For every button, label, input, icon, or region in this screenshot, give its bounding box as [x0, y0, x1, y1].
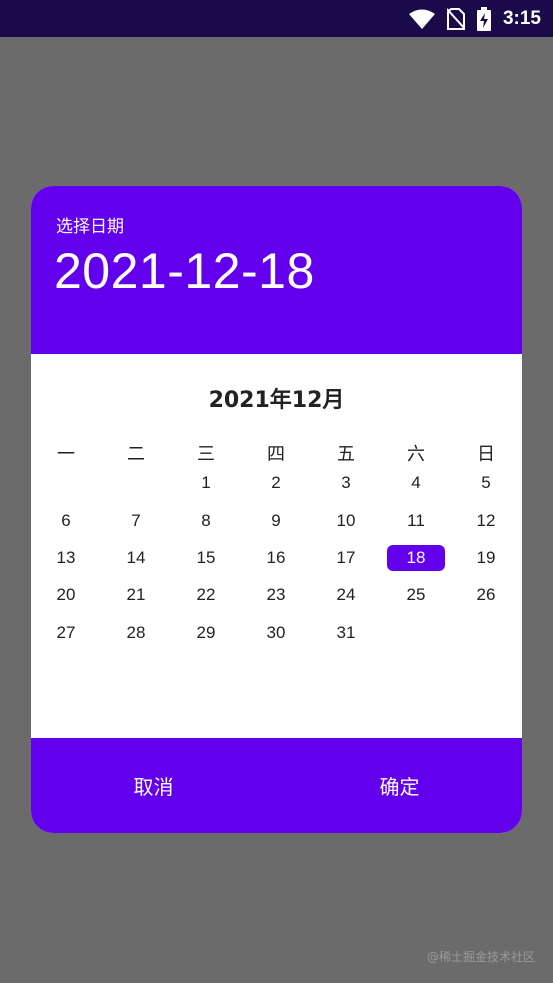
calendar-day[interactable]: 22 [171, 580, 241, 610]
calendar-day-selected[interactable]: 18 [381, 543, 451, 573]
calendar-day[interactable]: 16 [241, 543, 311, 573]
calendar-day[interactable]: 7 [101, 506, 171, 536]
calendar-day-number: 2 [271, 473, 281, 492]
calendar-day[interactable]: 21 [101, 580, 171, 610]
calendar-day[interactable]: 28 [101, 618, 171, 648]
calendar-day[interactable]: 6 [31, 506, 101, 536]
calendar-day-number: 26 [476, 585, 496, 604]
calendar-week-row: 1 2 3 4 5 [31, 468, 522, 498]
calendar-day[interactable]: 27 [31, 618, 101, 648]
calendar-day[interactable]: 9 [241, 506, 311, 536]
calendar-day[interactable]: 13 [31, 543, 101, 573]
calendar-day-number: 4 [411, 473, 421, 492]
selected-date: 2021-12-18 [54, 243, 315, 299]
calendar-day-number: 6 [61, 511, 71, 530]
calendar-day-number: 11 [407, 511, 425, 530]
date-picker-dialog: 选择日期 2021-12-18 2021年12月 一 二 三 四 五 六 日 1… [31, 186, 522, 833]
header-label: 选择日期 [56, 217, 124, 237]
calendar-day-number: 16 [266, 548, 286, 567]
calendar-day[interactable]: 2 [241, 468, 311, 498]
calendar-day[interactable]: 19 [451, 543, 521, 573]
calendar-day-number: 13 [56, 548, 76, 567]
calendar-week-row: 27 28 29 30 31 [31, 618, 522, 648]
calendar-day[interactable]: 14 [101, 543, 171, 573]
calendar-empty-cell [451, 618, 521, 648]
month-title: 2021年12月 [208, 388, 345, 413]
calendar-week-row: 6 7 8 9 10 11 12 [31, 506, 522, 536]
calendar-day-number: 15 [196, 548, 216, 567]
status-time: 3:15 [502, 7, 541, 29]
calendar-day-number: 23 [266, 585, 286, 604]
watermark: @稀土掘金技术社区 [426, 950, 535, 964]
calendar-day[interactable]: 10 [311, 506, 381, 536]
calendar-day-number: 7 [131, 511, 141, 530]
calendar-day[interactable]: 30 [241, 618, 311, 648]
calendar-day-number: 14 [126, 548, 146, 567]
calendar-day[interactable]: 25 [381, 580, 451, 610]
calendar-day[interactable]: 31 [311, 618, 381, 648]
calendar-day[interactable]: 8 [171, 506, 241, 536]
calendar-day-number: 9 [271, 511, 281, 530]
calendar-day[interactable]: 3 [311, 468, 381, 498]
calendar-day-number: 30 [266, 623, 286, 642]
calendar-day[interactable]: 11 [381, 506, 451, 536]
wifi-icon [408, 9, 435, 29]
weekday-header: 一 二 三 四 五 六 日 [31, 438, 522, 468]
calendar-day[interactable]: 4 [381, 468, 451, 498]
calendar-empty-cell [381, 618, 451, 648]
battery-charging-icon [476, 6, 491, 31]
calendar-week-row: 13 14 15 16 17 18 19 [31, 543, 522, 573]
calendar-day[interactable]: 15 [171, 543, 241, 573]
calendar-day-number: 5 [481, 473, 491, 492]
calendar-day[interactable]: 24 [311, 580, 381, 610]
calendar-day-number: 12 [476, 511, 496, 530]
cancel-button[interactable]: 取消 [31, 738, 276, 833]
dialog-footer: 取消 确定 [31, 738, 522, 833]
calendar-day-number: 10 [336, 511, 356, 530]
confirm-button[interactable]: 确定 [277, 738, 522, 833]
calendar-day[interactable]: 5 [451, 468, 521, 498]
calendar-day-number: 19 [476, 548, 496, 567]
calendar-day-number: 29 [196, 623, 216, 642]
weekday-label: 一 [57, 444, 75, 465]
dialog-header: 选择日期 2021-12-18 [31, 186, 522, 354]
calendar-day-number: 3 [341, 473, 351, 492]
weekday-label: 三 [197, 444, 215, 465]
weekday-label: 六 [407, 444, 425, 465]
calendar-empty-cell [101, 468, 171, 498]
calendar-day[interactable]: 17 [311, 543, 381, 573]
calendar-day-number: 28 [126, 623, 146, 642]
weekday-label: 四 [267, 444, 285, 465]
calendar-day-number: 18 [387, 545, 445, 571]
calendar-day-number: 31 [336, 623, 356, 642]
weekday-label: 二 [127, 444, 145, 465]
calendar-day[interactable]: 23 [241, 580, 311, 610]
calendar-day-number: 1 [201, 473, 211, 492]
calendar-day-number: 20 [56, 585, 76, 604]
calendar-day-number: 25 [406, 585, 426, 604]
status-bar: 3:15 [0, 0, 553, 37]
weekday-label: 日 [477, 444, 495, 465]
calendar-day-number: 8 [201, 511, 211, 530]
calendar-day-number: 22 [196, 585, 216, 604]
calendar-empty-cell [31, 468, 101, 498]
calendar-day[interactable]: 1 [171, 468, 241, 498]
calendar-day[interactable]: 26 [451, 580, 521, 610]
weekday-label: 五 [337, 444, 355, 465]
calendar-day-number: 27 [56, 623, 76, 642]
calendar-day-number: 21 [126, 585, 146, 604]
calendar-day[interactable]: 20 [31, 580, 101, 610]
calendar-day[interactable]: 12 [451, 506, 521, 536]
calendar-day-number: 17 [336, 548, 356, 567]
calendar-week-row: 20 21 22 23 24 25 26 [31, 580, 522, 610]
calendar-day[interactable]: 29 [171, 618, 241, 648]
no-sim-icon [446, 7, 465, 30]
calendar-day-number: 24 [336, 585, 356, 604]
